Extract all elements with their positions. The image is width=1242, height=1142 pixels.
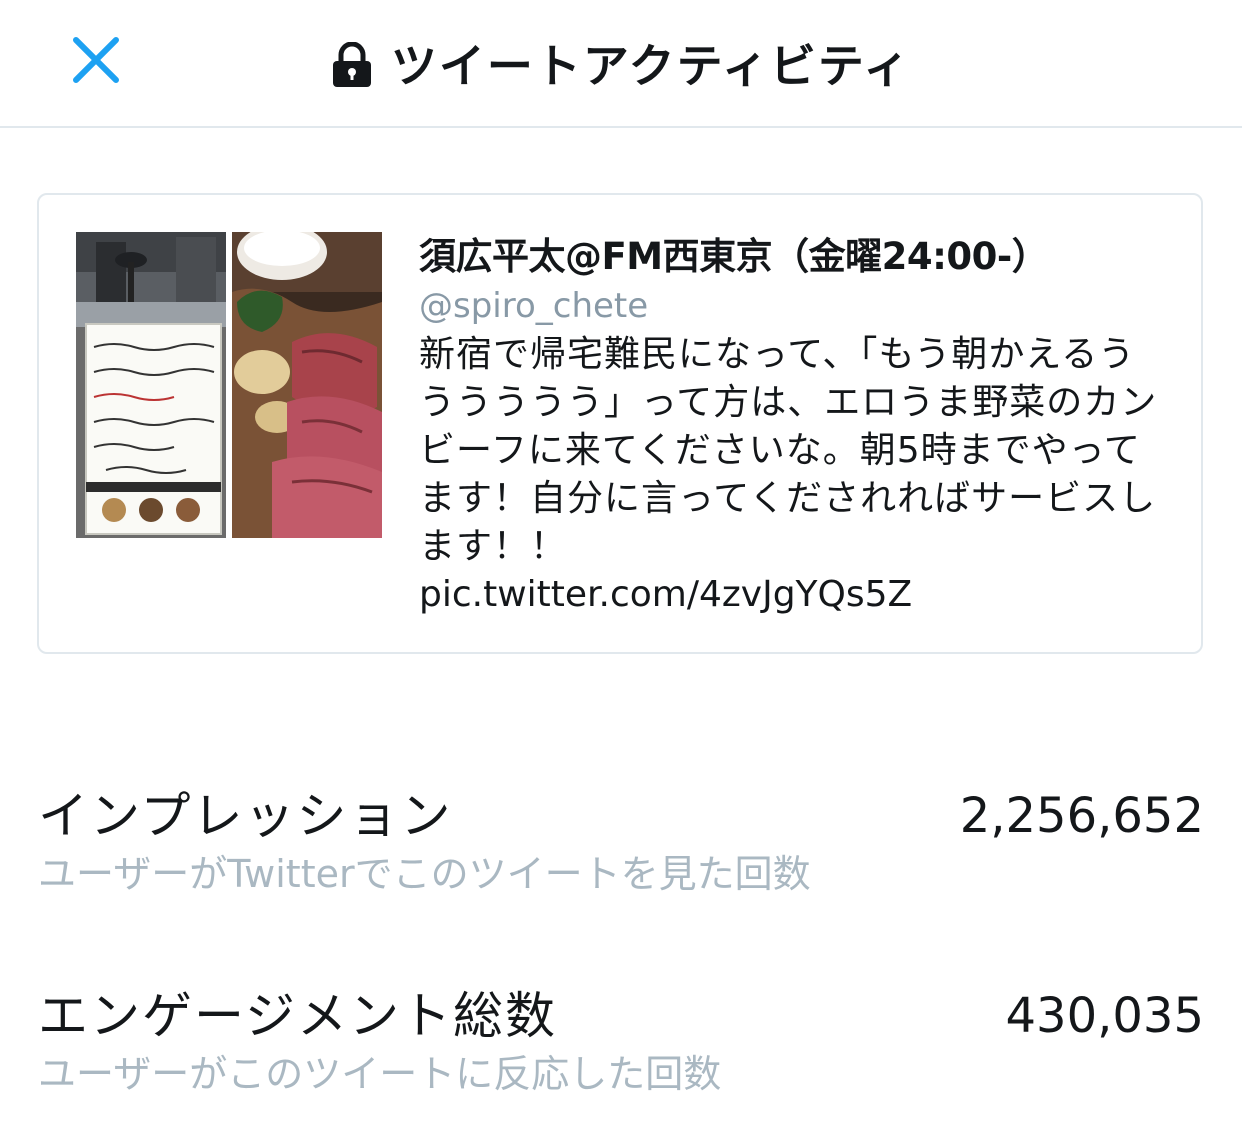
metric-value: 430,035	[1005, 988, 1205, 1044]
header-bar: ツイートアクティビティ	[0, 0, 1242, 128]
author-handle[interactable]: @spiro_chete	[419, 281, 1189, 331]
lock-icon	[332, 42, 371, 87]
title-container: ツイートアクティビティ	[0, 0, 1242, 126]
metric-engagements: エンゲージメント総数 ユーザーがこのツイートに反応した回数 430,035	[38, 986, 1204, 1098]
page-title: ツイートアクティビティ	[390, 39, 912, 93]
metric-impressions: インプレッション ユーザーがTwitterでこのツイートを見た回数 2,256,…	[38, 786, 1204, 898]
tweet-image-beef[interactable]	[232, 232, 382, 538]
tweet-text: 新宿で帰宅難民になって、「もう朝かえるうううううう」って方は、エロうま野菜のカン…	[419, 334, 1158, 567]
tweet-media-link[interactable]: pic.twitter.com/4zvJgYQs5Z	[419, 571, 1189, 619]
metric-description: ユーザーがTwitterでこのツイートを見た回数	[38, 852, 811, 896]
beef-photo	[232, 232, 382, 538]
author-name[interactable]: 須広平太@FM西東京（金曜24:00-）	[419, 233, 1189, 281]
metric-value: 2,256,652	[959, 788, 1204, 844]
metric-description: ユーザーがこのツイートに反応した回数	[38, 1052, 722, 1096]
tweet-card[interactable]: 須広平太@FM西東京（金曜24:00-） @spiro_chete 新宿で帰宅難…	[37, 193, 1203, 654]
tweet-image-sign[interactable]	[76, 232, 226, 538]
sign-photo	[76, 232, 226, 535]
tweet-content: 須広平太@FM西東京（金曜24:00-） @spiro_chete 新宿で帰宅難…	[419, 233, 1189, 619]
